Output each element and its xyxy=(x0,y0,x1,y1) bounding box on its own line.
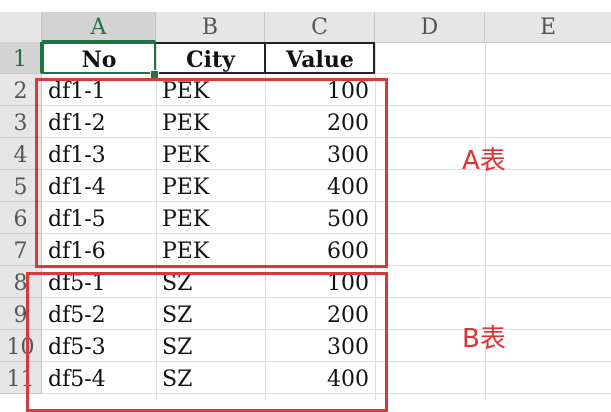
group-a-label: A表 xyxy=(462,146,506,176)
row-header-1[interactable]: 1 xyxy=(0,42,42,74)
column-header-d[interactable]: D xyxy=(375,12,485,42)
spreadsheet: A B C D E 1 2 3 4 5 6 7 8 9 10 11 No Cit… xyxy=(0,0,611,412)
group-b-label: B表 xyxy=(462,324,506,354)
column-header-a[interactable]: A xyxy=(42,12,156,42)
group-a-outline xyxy=(35,78,388,268)
column-header-b[interactable]: B xyxy=(156,12,265,42)
select-all-corner[interactable] xyxy=(0,12,42,42)
active-cell-outline xyxy=(42,42,156,74)
column-header-c[interactable]: C xyxy=(265,12,375,42)
column-header-e[interactable]: E xyxy=(485,12,611,42)
group-b-outline xyxy=(26,272,388,412)
header-cell-divider xyxy=(264,42,266,74)
